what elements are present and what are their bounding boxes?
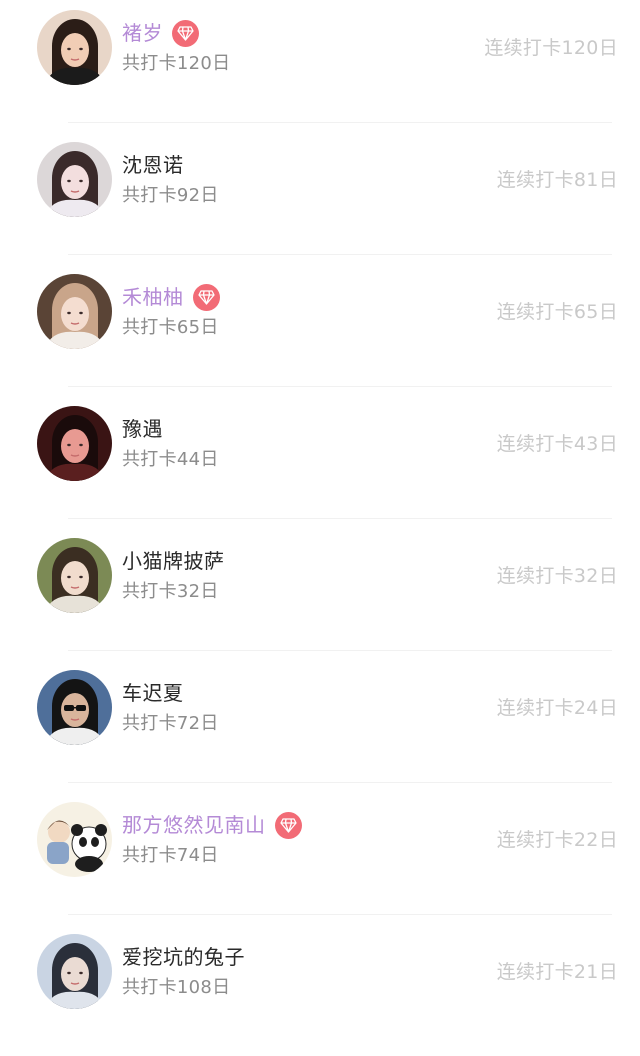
diamond-icon	[274, 811, 302, 839]
avatar-woman-red-light-icon[interactable]	[37, 406, 112, 481]
streak-checkin-days: 连续打卡43日	[496, 433, 618, 455]
user-name[interactable]: 小猫牌披萨	[122, 546, 225, 576]
avatar-boy-portrait-icon[interactable]	[37, 934, 112, 1009]
checkin-list: 褚岁共打卡120日 连续打卡120日沈恩诺共打卡92日 连续打卡81日禾柚柚共打卡6…	[0, 0, 640, 1036]
total-checkin-days: 共打卡108日	[122, 977, 231, 998]
row-divider	[68, 518, 612, 519]
name-line: 沈恩诺	[122, 150, 184, 180]
streak-checkin-days: 连续打卡21日	[496, 961, 618, 983]
name-line: 褚岁	[122, 18, 199, 48]
user-name[interactable]: 褚岁	[122, 18, 163, 48]
avatar-woman-blonde-icon[interactable]	[37, 274, 112, 349]
user-name[interactable]: 车迟夏	[122, 678, 184, 708]
list-item[interactable]: 禾柚柚共打卡65日 连续打卡65日	[0, 264, 640, 396]
avatar-man-sunglasses-icon[interactable]	[37, 670, 112, 745]
streak-checkin-days: 连续打卡22日	[496, 829, 618, 851]
row-divider	[68, 782, 612, 783]
name-line: 那方悠然见南山	[122, 810, 302, 840]
user-name[interactable]: 禾柚柚	[122, 282, 184, 312]
streak-checkin-days: 连续打卡32日	[496, 565, 618, 587]
streak-checkin-days: 连续打卡81日	[496, 169, 618, 191]
avatar-woman-light-icon[interactable]	[37, 142, 112, 217]
avatar-woman-garden-icon[interactable]	[37, 538, 112, 613]
row-divider	[68, 122, 612, 123]
row-divider	[68, 914, 612, 915]
list-item[interactable]: 那方悠然见南山共打卡74日 连续打卡22日	[0, 792, 640, 924]
total-checkin-days: 共打卡65日	[122, 317, 219, 338]
row-divider	[68, 650, 612, 651]
total-checkin-days: 共打卡44日	[122, 449, 219, 470]
user-name[interactable]: 沈恩诺	[122, 150, 184, 180]
streak-checkin-days: 连续打卡65日	[496, 301, 618, 323]
name-line: 车迟夏	[122, 678, 184, 708]
list-item[interactable]: 小猫牌披萨共打卡32日 连续打卡32日	[0, 528, 640, 660]
list-item[interactable]: 豫遇共打卡44日 连续打卡43日	[0, 396, 640, 528]
list-item[interactable]: 车迟夏共打卡72日 连续打卡24日	[0, 660, 640, 792]
total-checkin-days: 共打卡72日	[122, 713, 219, 734]
total-checkin-days: 共打卡120日	[122, 53, 231, 74]
avatar-panda-cartoon-icon[interactable]	[37, 802, 112, 877]
diamond-icon	[192, 283, 220, 311]
user-name[interactable]: 爱挖坑的兔子	[122, 942, 245, 972]
list-item[interactable]: 褚岁共打卡120日 连续打卡120日	[0, 0, 640, 132]
name-line: 小猫牌披萨	[122, 546, 225, 576]
name-line: 豫遇	[122, 414, 163, 444]
list-item[interactable]: 爱挖坑的兔子共打卡108日 连续打卡21日	[0, 924, 640, 1056]
name-line: 爱挖坑的兔子	[122, 942, 245, 972]
diamond-icon	[172, 19, 199, 47]
list-item[interactable]: 沈恩诺共打卡92日 连续打卡81日	[0, 132, 640, 264]
user-name[interactable]: 那方悠然见南山	[122, 810, 266, 840]
total-checkin-days: 共打卡32日	[122, 581, 219, 602]
total-checkin-days: 共打卡74日	[122, 845, 219, 866]
total-checkin-days: 共打卡92日	[122, 185, 219, 206]
streak-checkin-days: 连续打卡120日	[484, 37, 618, 59]
row-divider	[68, 386, 612, 387]
user-name[interactable]: 豫遇	[122, 414, 163, 444]
row-divider	[68, 254, 612, 255]
name-line: 禾柚柚	[122, 282, 220, 312]
streak-checkin-days: 连续打卡24日	[496, 697, 618, 719]
avatar-woman-dark-hair-icon[interactable]	[37, 10, 112, 85]
